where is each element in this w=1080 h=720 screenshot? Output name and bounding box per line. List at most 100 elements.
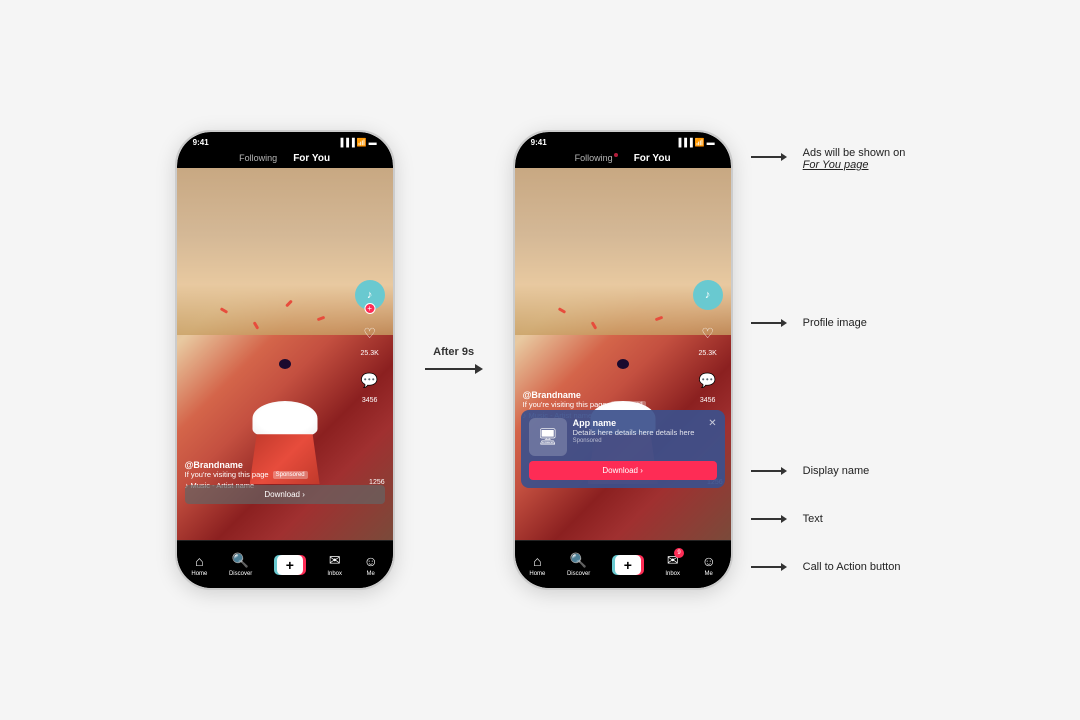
head-profile xyxy=(781,319,787,327)
comment-item-1: 💬 3456 xyxy=(356,367,384,404)
battery-icon-2: ▬ xyxy=(707,138,715,147)
ad-app-name: App name xyxy=(573,418,703,428)
ad-app-icon: 🖥 xyxy=(529,418,567,456)
status-time-1: 9:41 xyxy=(193,138,209,147)
tab-following-1[interactable]: Following xyxy=(239,153,277,164)
tiktok-note-icon-1: ♪ xyxy=(367,289,373,301)
berry-1 xyxy=(279,359,291,369)
profile-button-2[interactable]: ♪ xyxy=(693,280,723,310)
tab-for-you-2[interactable]: For You xyxy=(634,153,671,164)
description-1: If you're visiting this page Sponsored xyxy=(185,470,343,479)
nav-inbox-2[interactable]: ✉ Inbox 9 xyxy=(665,552,680,577)
ad-text-area: App name Details here details here detai… xyxy=(573,418,703,444)
like-item-2: ♡ 25.3K xyxy=(694,320,722,357)
ann-text-ads-1: Ads will be shown on xyxy=(803,147,906,159)
ann-text-ads-2: For You page xyxy=(803,159,906,171)
wifi-icon: 📶 xyxy=(357,138,367,147)
comment-item-2: 💬 3456 xyxy=(694,367,722,404)
phone-after: 9:41 ▐▐▐ 📶 ▬ Following For You xyxy=(513,130,733,590)
status-icons-2: ▐▐▐ 📶 ▬ xyxy=(676,138,715,147)
annotation-arrow-display xyxy=(751,467,787,475)
profile-button-1[interactable]: ♪ + xyxy=(355,280,385,310)
sponsored-badge-1: Sponsored xyxy=(273,471,308,479)
ad-header: 🖥 App name Details here details here det… xyxy=(529,418,717,456)
nav-discover-1[interactable]: 🔍 Discover xyxy=(229,552,252,577)
nav-tabs-1: Following For You xyxy=(177,149,393,168)
tiktok-note-icon-2: ♪ xyxy=(705,289,711,301)
head-ads xyxy=(781,153,787,161)
status-time-2: 9:41 xyxy=(531,138,547,147)
like-icon-2[interactable]: ♡ xyxy=(694,320,722,348)
shaft-ads xyxy=(751,156,781,158)
description-2: If you're visiting this page Sponsored xyxy=(523,400,681,409)
nav-me-2[interactable]: ☺ Me xyxy=(702,553,716,577)
shaft-profile xyxy=(751,322,781,324)
arrow-head xyxy=(475,364,483,374)
nav-create-2[interactable]: + xyxy=(612,554,644,576)
after-arrow: After 9s xyxy=(425,346,483,374)
arrow-shaft xyxy=(425,368,475,370)
annotation-arrow-text xyxy=(751,515,787,523)
annotation-arrow-cta xyxy=(751,563,787,571)
annotation-display-name: Display name xyxy=(751,465,906,477)
annotation-text: Text xyxy=(751,513,906,525)
spacer-2 xyxy=(751,357,906,437)
bottom-nav-2: ⌂ Home 🔍 Discover + xyxy=(515,540,731,588)
berry-2 xyxy=(617,359,629,369)
nav-home-2[interactable]: ⌂ Home xyxy=(529,553,545,577)
frosting-1 xyxy=(252,401,317,436)
arrow-line xyxy=(425,364,483,374)
spacer-1 xyxy=(751,209,906,289)
like-item-1: ♡ 25.3K xyxy=(356,320,384,357)
home-icon-1: ⌂ xyxy=(195,553,203,569)
annotation-cta: Call to Action button xyxy=(751,561,906,573)
ann-text-profile: Profile image xyxy=(803,317,867,329)
shaft-text xyxy=(751,518,781,520)
shaft-display xyxy=(751,470,781,472)
video-area-1: ♪ + ♡ 25.3K 💬 3456 1256 @B xyxy=(177,168,393,540)
action-buttons-2: ♪ ♡ 25.3K 💬 3456 xyxy=(693,280,723,404)
follow-badge-1: + xyxy=(364,303,375,314)
comment-icon-1[interactable]: 💬 xyxy=(356,367,384,395)
brand-name-2: @Brandname xyxy=(523,390,681,400)
main-container: 9:41 ▐▐▐ 📶 ▬ Following For You xyxy=(0,0,1080,720)
brand-name-1: @Brandname xyxy=(185,460,343,470)
nav-create-1[interactable]: + xyxy=(274,554,306,576)
annotation-arrow-ads xyxy=(751,153,787,161)
like-count-2: 25.3K xyxy=(698,350,716,357)
me-icon-1: ☺ xyxy=(364,553,378,569)
ad-download-button[interactable]: Download › xyxy=(529,461,717,480)
download-button-1[interactable]: Download › xyxy=(185,485,385,504)
ann-text-text: Text xyxy=(803,513,823,525)
annotation-ads: Ads will be shown on For You page xyxy=(751,147,906,171)
nav-me-1[interactable]: ☺ Me xyxy=(364,553,378,577)
me-icon-2: ☺ xyxy=(702,553,716,569)
action-buttons-1: ♪ + ♡ 25.3K 💬 3456 xyxy=(355,280,385,404)
tab-for-you-1[interactable]: For You xyxy=(293,153,330,164)
comment-icon-2[interactable]: 💬 xyxy=(694,367,722,395)
battery-icon: ▬ xyxy=(369,138,377,147)
create-plus-1: + xyxy=(277,555,303,575)
signal-icon-2: ▐▐▐ xyxy=(676,138,693,147)
nav-discover-2[interactable]: 🔍 Discover xyxy=(567,552,590,577)
tab-following-2[interactable]: Following xyxy=(575,153,618,164)
like-icon-1[interactable]: ♡ xyxy=(356,320,384,348)
nav-tabs-2: Following For You xyxy=(515,149,731,168)
shaft-cta xyxy=(751,566,781,568)
bottom-nav-1: ⌂ Home 🔍 Discover + xyxy=(177,540,393,588)
nav-inbox-1[interactable]: ✉ Inbox xyxy=(327,552,342,577)
phone-before: 9:41 ▐▐▐ 📶 ▬ Following For You xyxy=(175,130,395,590)
inbox-badge-2: 9 xyxy=(674,548,684,558)
download-bar-1: Download › xyxy=(185,485,385,504)
nav-home-1[interactable]: ⌂ Home xyxy=(191,553,207,577)
video-area-2: ♪ ♡ 25.3K 💬 3456 1256 xyxy=(515,168,731,540)
ad-close-button[interactable]: ✕ xyxy=(708,418,716,429)
ann-text-display: Display name xyxy=(803,465,870,477)
like-count-1: 25.3K xyxy=(360,350,378,357)
head-cta xyxy=(781,563,787,571)
ann-text-cta: Call to Action button xyxy=(803,561,901,573)
home-icon-2: ⌂ xyxy=(533,553,541,569)
right-section: 9:41 ▐▐▐ 📶 ▬ Following For You xyxy=(513,130,906,590)
discover-icon-1: 🔍 xyxy=(232,552,249,569)
head-display xyxy=(781,467,787,475)
